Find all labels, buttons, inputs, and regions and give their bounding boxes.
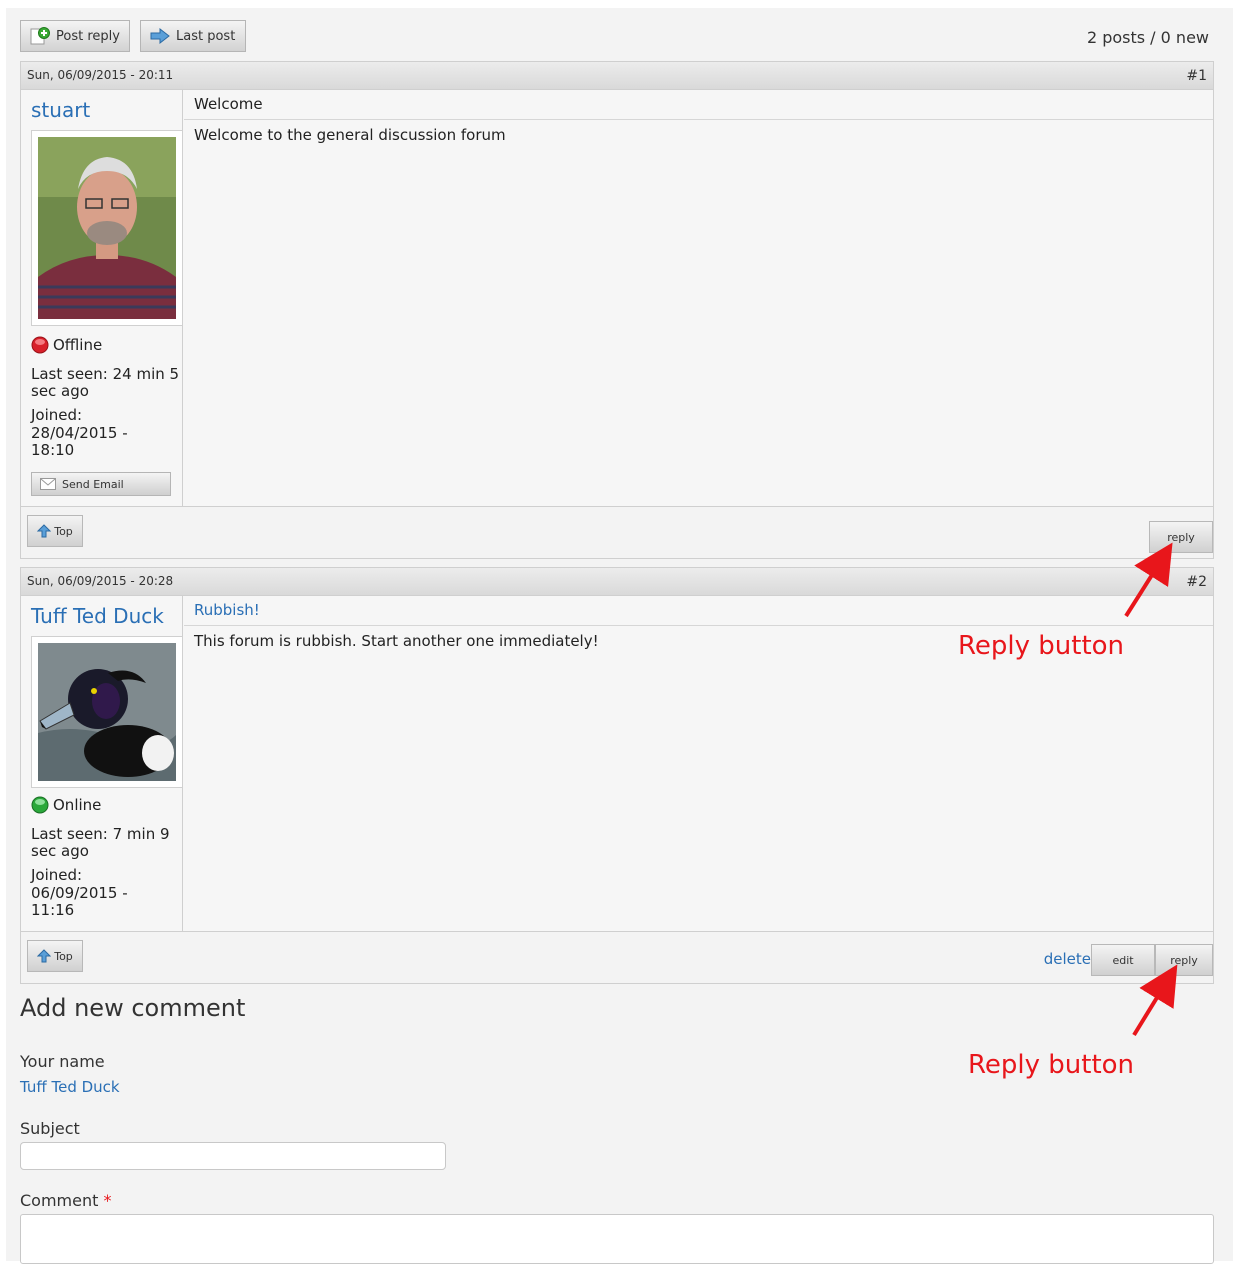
post-footer: Top delete edit reply xyxy=(21,931,1213,983)
author-name[interactable]: Tuff Ted Duck xyxy=(31,604,164,628)
joined-date: 28/04/2015 - 18:10 xyxy=(31,424,128,459)
top-label: Top xyxy=(54,524,73,538)
annotation-arrow-2 xyxy=(1132,964,1178,1037)
reply-label: reply xyxy=(1167,530,1195,544)
comment-label: Comment * xyxy=(20,1191,111,1210)
avatar-image xyxy=(38,643,176,781)
post-header: Sun, 06/09/2015 - 20:11 #1 xyxy=(21,62,1213,90)
post-header: Sun, 06/09/2015 - 20:28 #2 xyxy=(21,568,1213,596)
user-status: Online xyxy=(31,796,101,814)
offline-status-icon xyxy=(31,336,49,354)
arrow-up-icon xyxy=(37,949,52,963)
online-status-icon xyxy=(31,796,49,814)
reply-button[interactable]: reply xyxy=(1149,521,1213,553)
post-body: Welcome to the general discussion forum xyxy=(194,126,506,144)
status-label: Offline xyxy=(53,336,103,354)
last-post-button[interactable]: Last post xyxy=(140,20,246,52)
post-subject-link[interactable]: Rubbish! xyxy=(194,601,260,619)
send-email-label: Send Email xyxy=(62,477,124,491)
avatar[interactable] xyxy=(31,130,183,326)
last-post-label: Last post xyxy=(176,28,236,44)
status-label: Online xyxy=(53,796,102,814)
post-count: 2 posts / 0 new xyxy=(1086,28,1209,47)
author-panel: stuart Offline Last seen: 24 min 5 sec a… xyxy=(21,90,183,506)
subject-label: Subject xyxy=(20,1119,80,1138)
reply-label: reply xyxy=(1170,953,1198,967)
forum-post: Sun, 06/09/2015 - 20:11 #1 stuart Offlin… xyxy=(20,61,1214,559)
avatar-image xyxy=(38,137,176,319)
comment-label-text: Comment xyxy=(20,1191,99,1210)
post-date: Sun, 06/09/2015 - 20:11 xyxy=(27,68,174,82)
reply-button[interactable]: reply xyxy=(1155,944,1213,976)
last-seen: Last seen: 24 min 5 sec ago xyxy=(31,365,180,400)
post-number: #2 xyxy=(1186,574,1207,590)
arrow-right-icon xyxy=(150,28,170,44)
your-name-value[interactable]: Tuff Ted Duck xyxy=(20,1078,120,1096)
post-subject: Rubbish! xyxy=(184,596,1213,626)
author-name[interactable]: stuart xyxy=(31,98,90,122)
send-email-button[interactable]: Send Email xyxy=(31,472,171,496)
top-label: Top xyxy=(54,949,73,963)
email-icon xyxy=(40,478,56,490)
arrow-up-icon xyxy=(37,524,52,538)
required-mark: * xyxy=(103,1191,112,1210)
post-date: Sun, 06/09/2015 - 20:28 xyxy=(27,574,174,588)
joined-label: Joined: xyxy=(31,406,83,424)
post-subject: Welcome xyxy=(184,90,1213,120)
last-seen: Last seen: 7 min 9 sec ago xyxy=(31,825,170,860)
add-icon xyxy=(30,27,50,45)
delete-link[interactable]: delete xyxy=(1044,950,1091,968)
edit-label: edit xyxy=(1112,953,1134,967)
your-name-label: Your name xyxy=(20,1052,105,1071)
joined-date: 06/09/2015 - 11:16 xyxy=(31,884,128,919)
comment-form-title: Add new comment xyxy=(20,994,246,1022)
author-panel: Tuff Ted Duck Online Last seen: 7 min 9 … xyxy=(21,596,183,931)
joined-label: Joined: xyxy=(31,866,83,884)
top-button[interactable]: Top xyxy=(27,515,83,547)
comment-textarea[interactable] xyxy=(20,1214,1214,1264)
forum-post: Sun, 06/09/2015 - 20:28 #2 Tuff Ted Duck xyxy=(20,567,1214,984)
user-status: Offline xyxy=(31,336,102,354)
edit-button[interactable]: edit xyxy=(1091,944,1155,976)
avatar[interactable] xyxy=(31,636,183,788)
post-number: #1 xyxy=(1186,68,1207,84)
post-body: This forum is rubbish. Start another one… xyxy=(194,632,599,650)
post-content: Welcome Welcome to the general discussio… xyxy=(184,90,1213,506)
subject-input[interactable] xyxy=(20,1142,446,1170)
forum-page: Post reply Last post 2 posts / 0 new Sun… xyxy=(6,8,1233,1264)
annotation-label: Reply button xyxy=(958,631,1125,661)
post-reply-button[interactable]: Post reply xyxy=(20,20,130,52)
post-reply-label: Post reply xyxy=(56,28,120,44)
top-button[interactable]: Top xyxy=(27,940,83,972)
post-footer: Top reply xyxy=(21,506,1213,558)
annotation-label: Reply button xyxy=(968,1050,1135,1080)
